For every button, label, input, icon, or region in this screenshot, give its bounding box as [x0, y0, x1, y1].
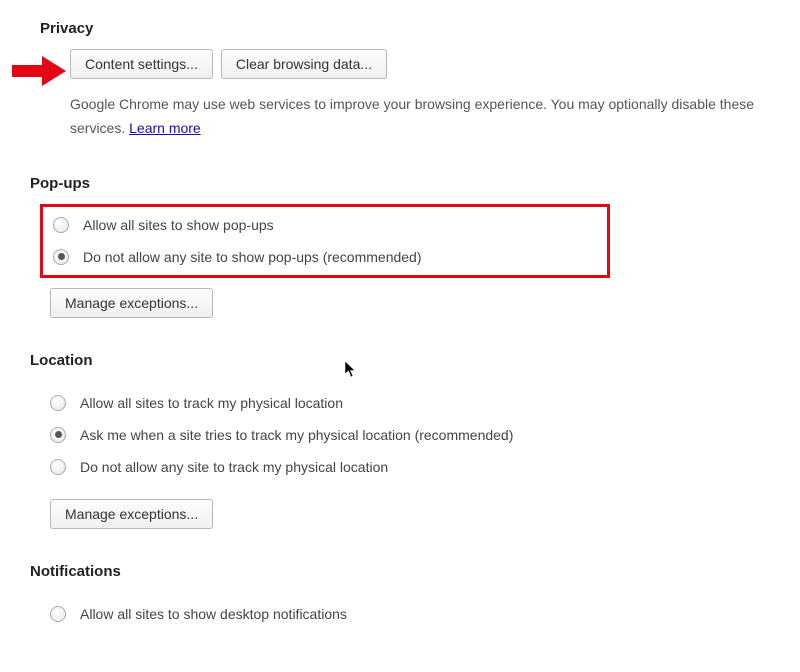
- radio-label: Allow all sites to track my physical loc…: [80, 395, 343, 411]
- notifications-option-allow[interactable]: Allow all sites to show desktop notifica…: [40, 598, 780, 630]
- popups-manage-exceptions-button[interactable]: Manage exceptions...: [50, 288, 213, 318]
- learn-more-link[interactable]: Learn more: [129, 120, 201, 136]
- radio-label: Allow all sites to show pop-ups: [83, 217, 274, 233]
- location-heading: Location: [30, 352, 780, 369]
- popups-option-allow[interactable]: Allow all sites to show pop-ups: [43, 209, 607, 241]
- notifications-section: Notifications Allow all sites to show de…: [30, 563, 780, 636]
- radio-label: Do not allow any site to track my physic…: [80, 459, 388, 475]
- radio-icon: [53, 249, 69, 265]
- privacy-description: Google Chrome may use web services to im…: [70, 93, 780, 141]
- radio-icon: [50, 395, 66, 411]
- location-option-ask[interactable]: Ask me when a site tries to track my phy…: [40, 419, 780, 451]
- popups-heading: Pop-ups: [30, 175, 780, 192]
- cursor-icon: [344, 360, 358, 383]
- content-settings-button[interactable]: Content settings...: [70, 49, 213, 79]
- radio-label: Ask me when a site tries to track my phy…: [80, 427, 513, 443]
- radio-icon: [50, 459, 66, 475]
- radio-label: Allow all sites to show desktop notifica…: [80, 606, 347, 622]
- location-option-allow[interactable]: Allow all sites to track my physical loc…: [40, 387, 780, 419]
- notifications-heading: Notifications: [30, 563, 780, 580]
- privacy-section: Privacy Content settings... Clear browsi…: [40, 20, 780, 141]
- location-section: Location Allow all sites to track my phy…: [30, 352, 780, 529]
- radio-label: Do not allow any site to show pop-ups (r…: [83, 249, 422, 265]
- radio-icon: [50, 606, 66, 622]
- clear-browsing-data-button[interactable]: Clear browsing data...: [221, 49, 387, 79]
- popups-highlight-box: Allow all sites to show pop-ups Do not a…: [40, 204, 610, 278]
- popups-section: Pop-ups Allow all sites to show pop-ups …: [30, 175, 780, 318]
- radio-icon: [50, 427, 66, 443]
- privacy-heading: Privacy: [40, 20, 780, 37]
- location-option-block[interactable]: Do not allow any site to track my physic…: [40, 451, 780, 483]
- popups-option-block[interactable]: Do not allow any site to show pop-ups (r…: [43, 241, 607, 273]
- radio-icon: [53, 217, 69, 233]
- location-manage-exceptions-button[interactable]: Manage exceptions...: [50, 499, 213, 529]
